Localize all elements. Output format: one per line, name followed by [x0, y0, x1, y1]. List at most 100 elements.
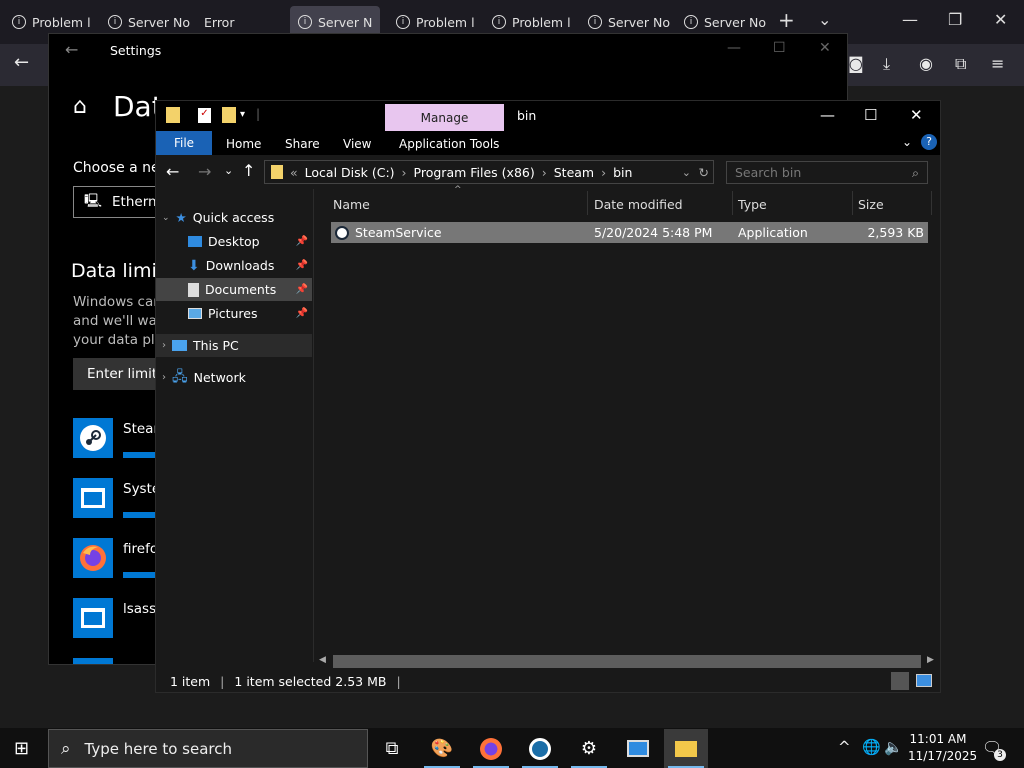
- nav-downloads[interactable]: ⬇ Downloads 📌: [156, 254, 312, 277]
- breadcrumb-overflow[interactable]: «: [290, 165, 298, 180]
- show-hidden-icons-icon[interactable]: ^: [838, 738, 851, 756]
- settings-gear-icon[interactable]: ⚙: [567, 729, 611, 768]
- large-icons-view-icon[interactable]: [916, 674, 932, 687]
- nav-quick-access[interactable]: ⌄ ★ Quick access: [156, 206, 312, 229]
- clock[interactable]: 11:01 AM 11/17/2025: [908, 731, 978, 765]
- tab-application-tools[interactable]: Application Tools: [399, 137, 499, 151]
- nav-documents[interactable]: Documents 📌: [156, 278, 312, 301]
- close-icon[interactable]: ✕: [819, 40, 831, 56]
- breadcrumb-item[interactable]: Program Files (x86): [414, 165, 535, 180]
- up-arrow-icon[interactable]: ↑: [242, 161, 255, 180]
- chevron-right-icon[interactable]: ›: [162, 372, 166, 383]
- minimize-icon[interactable]: —: [727, 40, 741, 56]
- search-icon: ⌕: [911, 164, 919, 180]
- close-icon[interactable]: ✕: [910, 106, 923, 124]
- minimize-icon[interactable]: —: [902, 10, 918, 29]
- separator: |: [396, 673, 401, 689]
- separator: |: [256, 107, 261, 121]
- back-arrow-icon[interactable]: ←: [14, 52, 29, 73]
- column-header-date[interactable]: Date modified: [594, 197, 683, 212]
- scrollbar-thumb[interactable]: [333, 655, 921, 668]
- close-tab-icon[interactable]: ✕: [378, 15, 380, 30]
- minimize-icon[interactable]: —: [820, 106, 835, 124]
- info-icon: i: [108, 15, 122, 29]
- lsass-icon: [73, 598, 113, 638]
- file-explorer-taskbar-icon[interactable]: [664, 729, 708, 768]
- column-header-type[interactable]: Type: [738, 197, 767, 212]
- breadcrumb-item[interactable]: bin: [613, 165, 632, 180]
- paint-app-icon[interactable]: 🎨: [420, 729, 464, 768]
- nav-network[interactable]: › 🖧 Network: [156, 366, 312, 389]
- column-divider[interactable]: [852, 191, 853, 215]
- column-divider[interactable]: [732, 191, 733, 215]
- pin-icon[interactable]: 📌: [296, 284, 308, 295]
- status-bar: 1 item | 1 item selected 2.53 MB |: [156, 670, 940, 692]
- file-size: 2,593 KB: [867, 225, 924, 240]
- tab-home[interactable]: Home: [226, 137, 261, 151]
- nav-desktop[interactable]: Desktop 📌: [156, 230, 312, 253]
- chevron-right-icon[interactable]: ›: [542, 165, 547, 180]
- menu-icon[interactable]: ≡: [991, 54, 1004, 73]
- search-input[interactable]: Search bin ⌕: [726, 161, 928, 184]
- control-panel-icon[interactable]: [616, 729, 660, 768]
- customize-qat-icon[interactable]: ▾: [240, 109, 245, 120]
- maximize-icon[interactable]: ☐: [773, 40, 786, 56]
- properties-icon[interactable]: ✓: [198, 108, 211, 123]
- expand-ribbon-icon[interactable]: ⌄: [902, 135, 912, 149]
- refresh-icon[interactable]: ↻: [699, 165, 709, 180]
- manage-contextual-tab[interactable]: Manage: [385, 104, 504, 131]
- forward-arrow-icon[interactable]: →: [198, 162, 211, 181]
- chevron-down-icon[interactable]: ⌄: [162, 213, 170, 223]
- breadcrumb-item[interactable]: Local Disk (C:): [305, 165, 395, 180]
- chevron-right-icon[interactable]: ›: [402, 165, 407, 180]
- globe-icon[interactable]: 🌐: [862, 738, 881, 756]
- scroll-right-icon[interactable]: ▶: [927, 655, 934, 665]
- help-icon[interactable]: ?: [921, 134, 937, 150]
- extensions-icon[interactable]: ⧉: [955, 54, 966, 74]
- restore-icon[interactable]: ❐: [948, 10, 962, 29]
- recent-locations-icon[interactable]: ⌄: [224, 164, 233, 177]
- tab-view[interactable]: View: [343, 137, 371, 151]
- info-icon: i: [298, 15, 312, 29]
- chevron-right-icon[interactable]: ›: [601, 165, 606, 180]
- firefox-taskbar-icon[interactable]: [469, 729, 513, 768]
- nav-pictures[interactable]: Pictures 📌: [156, 302, 312, 325]
- pin-icon[interactable]: 📌: [296, 260, 308, 271]
- taskbar-search[interactable]: ⌕ Type here to search: [48, 729, 368, 768]
- table-row[interactable]: SteamService 5/20/2024 5:48 PM Applicati…: [331, 222, 928, 243]
- app-name: firefo: [123, 541, 159, 557]
- date: 11/17/2025: [908, 749, 978, 763]
- speaker-muted-icon[interactable]: 🔈: [884, 738, 903, 756]
- maximize-icon[interactable]: ☐: [864, 106, 877, 124]
- address-bar[interactable]: « Local Disk (C:) › Program Files (x86) …: [264, 160, 714, 184]
- steam-taskbar-icon[interactable]: [518, 729, 562, 768]
- home-icon[interactable]: ⌂: [73, 94, 87, 119]
- breadcrumb-item[interactable]: Steam: [554, 165, 594, 180]
- file-list: [314, 189, 940, 662]
- column-divider[interactable]: [587, 191, 588, 215]
- column-header-name[interactable]: Name: [333, 197, 370, 212]
- task-view-icon[interactable]: ⧉: [370, 729, 414, 768]
- windows-start-icon[interactable]: ⊞: [14, 738, 29, 759]
- details-view-icon[interactable]: [891, 672, 909, 690]
- back-arrow-icon[interactable]: ←: [166, 162, 179, 181]
- chevron-right-icon[interactable]: ›: [162, 340, 166, 351]
- download-icon[interactable]: ⤓: [883, 54, 890, 74]
- list-tabs-button[interactable]: ⌄: [818, 10, 831, 29]
- new-tab-button[interactable]: +: [778, 8, 795, 32]
- description-text: Windows can: [73, 294, 162, 310]
- chevron-down-icon[interactable]: ⌄: [682, 166, 691, 179]
- tab-file[interactable]: File: [156, 131, 212, 155]
- pocket-icon[interactable]: ◙: [848, 54, 864, 73]
- scroll-left-icon[interactable]: ◀: [319, 655, 326, 665]
- column-header-size[interactable]: Size: [858, 197, 884, 212]
- tab-share[interactable]: Share: [285, 137, 320, 151]
- new-folder-icon[interactable]: [222, 107, 236, 123]
- back-arrow-icon[interactable]: ←: [65, 40, 78, 59]
- pin-icon[interactable]: 📌: [296, 236, 308, 247]
- nav-this-pc[interactable]: › This PC: [156, 334, 312, 357]
- column-divider[interactable]: [931, 191, 932, 215]
- close-icon[interactable]: ✕: [994, 10, 1007, 29]
- account-icon[interactable]: ◉: [919, 54, 933, 73]
- pin-icon[interactable]: 📌: [296, 308, 308, 319]
